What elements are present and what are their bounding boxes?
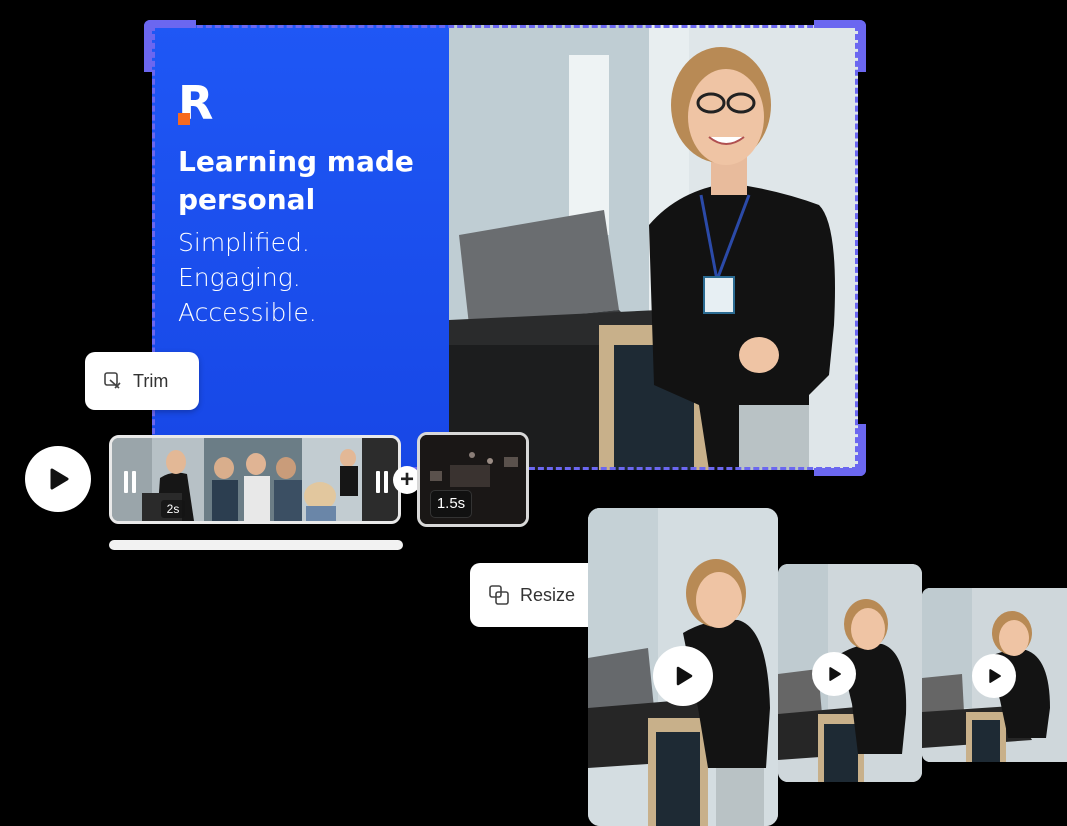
brand-logo-accent [178,113,190,125]
resize-label: Resize [520,584,576,605]
trim-handle-left[interactable] [124,471,136,493]
hero-headline: Learning made personal [178,145,414,216]
preview-play-button-3[interactable] [972,654,1016,698]
portrait-preview[interactable] [588,508,778,826]
play-icon [829,667,841,681]
resize-handle-top-left[interactable] [144,20,196,72]
timeline-clip[interactable]: 2s [109,435,401,524]
tagline-line-1: Simplified. [178,228,310,257]
hero-tagline: Simplified. Engaging. Accessible. [178,225,428,330]
preview-play-button-1[interactable] [653,646,713,706]
resize-handle-bottom-right[interactable] [814,424,866,476]
presenter-photo [449,25,858,470]
play-icon [676,666,693,686]
preview-play-button-2[interactable] [812,652,856,696]
landscape-preview[interactable] [922,588,1067,762]
clip-thumbnail-2 [204,438,302,521]
trim-label: Trim [133,370,169,391]
play-icon [989,669,1001,683]
next-clip[interactable]: 1.5s [417,432,529,527]
tagline-line-3: Accessible. [178,298,317,327]
tagline-line-2: Engaging. [178,263,301,292]
trim-handle-right[interactable] [376,471,388,493]
square-preview[interactable] [778,564,922,782]
clip-duration-badge: 2s [161,500,185,518]
trim-icon [104,372,121,389]
trim-button[interactable]: Trim [85,352,199,410]
resize-handle-top-right[interactable] [814,20,866,72]
video-canvas[interactable]: R Learning made personal Simplified. Eng… [152,25,858,470]
play-button[interactable] [25,446,91,512]
next-clip-duration-badge: 1.5s [430,490,472,518]
play-icon [50,468,69,490]
resize-icon [489,585,509,605]
timeline-scrubber[interactable] [109,540,403,550]
